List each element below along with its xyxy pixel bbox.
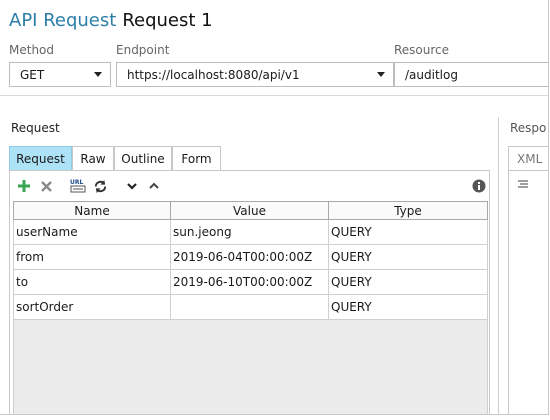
refresh-icon[interactable] <box>92 178 108 194</box>
move-down-icon[interactable] <box>125 179 139 193</box>
cell-type[interactable]: QUERY <box>329 220 488 245</box>
request-header: API Request Request 1 Method Endpoint Res… <box>0 0 548 96</box>
tab-form[interactable]: Form <box>172 146 221 170</box>
cell-value[interactable] <box>171 295 329 320</box>
grid-header: Name Value Type <box>13 201 488 220</box>
info-icon[interactable] <box>471 178 486 193</box>
api-request-window: API Request Request 1 Method Endpoint Res… <box>0 0 549 415</box>
parameters-grid: Name Value Type userName sun.jeong QUERY… <box>13 201 488 320</box>
method-select[interactable]: GET <box>9 62 111 87</box>
endpoint-value: https://localhost:8080/api/v1 <box>127 67 300 82</box>
cell-type[interactable]: QUERY <box>329 295 488 320</box>
add-icon[interactable] <box>16 178 32 194</box>
resource-input[interactable]: /auditlog <box>394 62 548 87</box>
window-title: API Request Request 1 <box>9 10 213 31</box>
resource-value: /auditlog <box>405 67 458 82</box>
cell-type[interactable]: QUERY <box>329 245 488 270</box>
cell-value[interactable]: 2019-06-04T00:00:00Z <box>171 245 329 270</box>
request-title: Request 1 <box>122 10 213 31</box>
chevron-down-icon <box>377 72 385 77</box>
tab-xml[interactable]: XML <box>508 146 548 170</box>
endpoint-select[interactable]: https://localhost:8080/api/v1 <box>116 62 394 87</box>
cell-name[interactable]: userName <box>13 220 171 245</box>
chevron-down-icon <box>94 72 102 77</box>
svg-text:URL: URL <box>70 179 83 186</box>
cell-type[interactable]: QUERY <box>329 270 488 295</box>
cell-name[interactable]: to <box>13 270 171 295</box>
table-row[interactable]: from 2019-06-04T00:00:00Z QUERY <box>13 245 488 270</box>
tab-outline[interactable]: Outline <box>114 146 172 170</box>
move-up-icon[interactable] <box>147 179 161 193</box>
request-section-title: Request <box>11 121 60 135</box>
table-row[interactable]: userName sun.jeong QUERY <box>13 220 488 245</box>
response-section-title: Respo <box>510 121 547 135</box>
tab-request[interactable]: Request <box>9 146 72 170</box>
table-row[interactable]: to 2019-06-10T00:00:00Z QUERY <box>13 270 488 295</box>
cell-name[interactable]: sortOrder <box>13 295 171 320</box>
resource-label: Resource <box>394 43 450 57</box>
grid-empty-area <box>13 320 488 414</box>
response-panel <box>508 170 548 414</box>
app-title: API Request <box>9 10 117 31</box>
method-label: Method <box>9 43 55 57</box>
column-header-value[interactable]: Value <box>171 201 329 220</box>
column-header-type[interactable]: Type <box>329 201 488 220</box>
delete-icon[interactable] <box>38 178 54 194</box>
cell-name[interactable]: from <box>13 245 171 270</box>
menu-lines-icon[interactable] <box>517 179 529 191</box>
table-row[interactable]: sortOrder QUERY <box>13 295 488 320</box>
method-value: GET <box>20 67 45 82</box>
cell-value[interactable]: 2019-06-10T00:00:00Z <box>171 270 329 295</box>
url-encode-icon[interactable]: URL <box>69 177 87 195</box>
panel-splitter[interactable] <box>498 117 499 414</box>
tab-raw[interactable]: Raw <box>72 146 114 170</box>
cell-value[interactable]: sun.jeong <box>171 220 329 245</box>
endpoint-label: Endpoint <box>116 43 170 57</box>
column-header-name[interactable]: Name <box>13 201 171 220</box>
